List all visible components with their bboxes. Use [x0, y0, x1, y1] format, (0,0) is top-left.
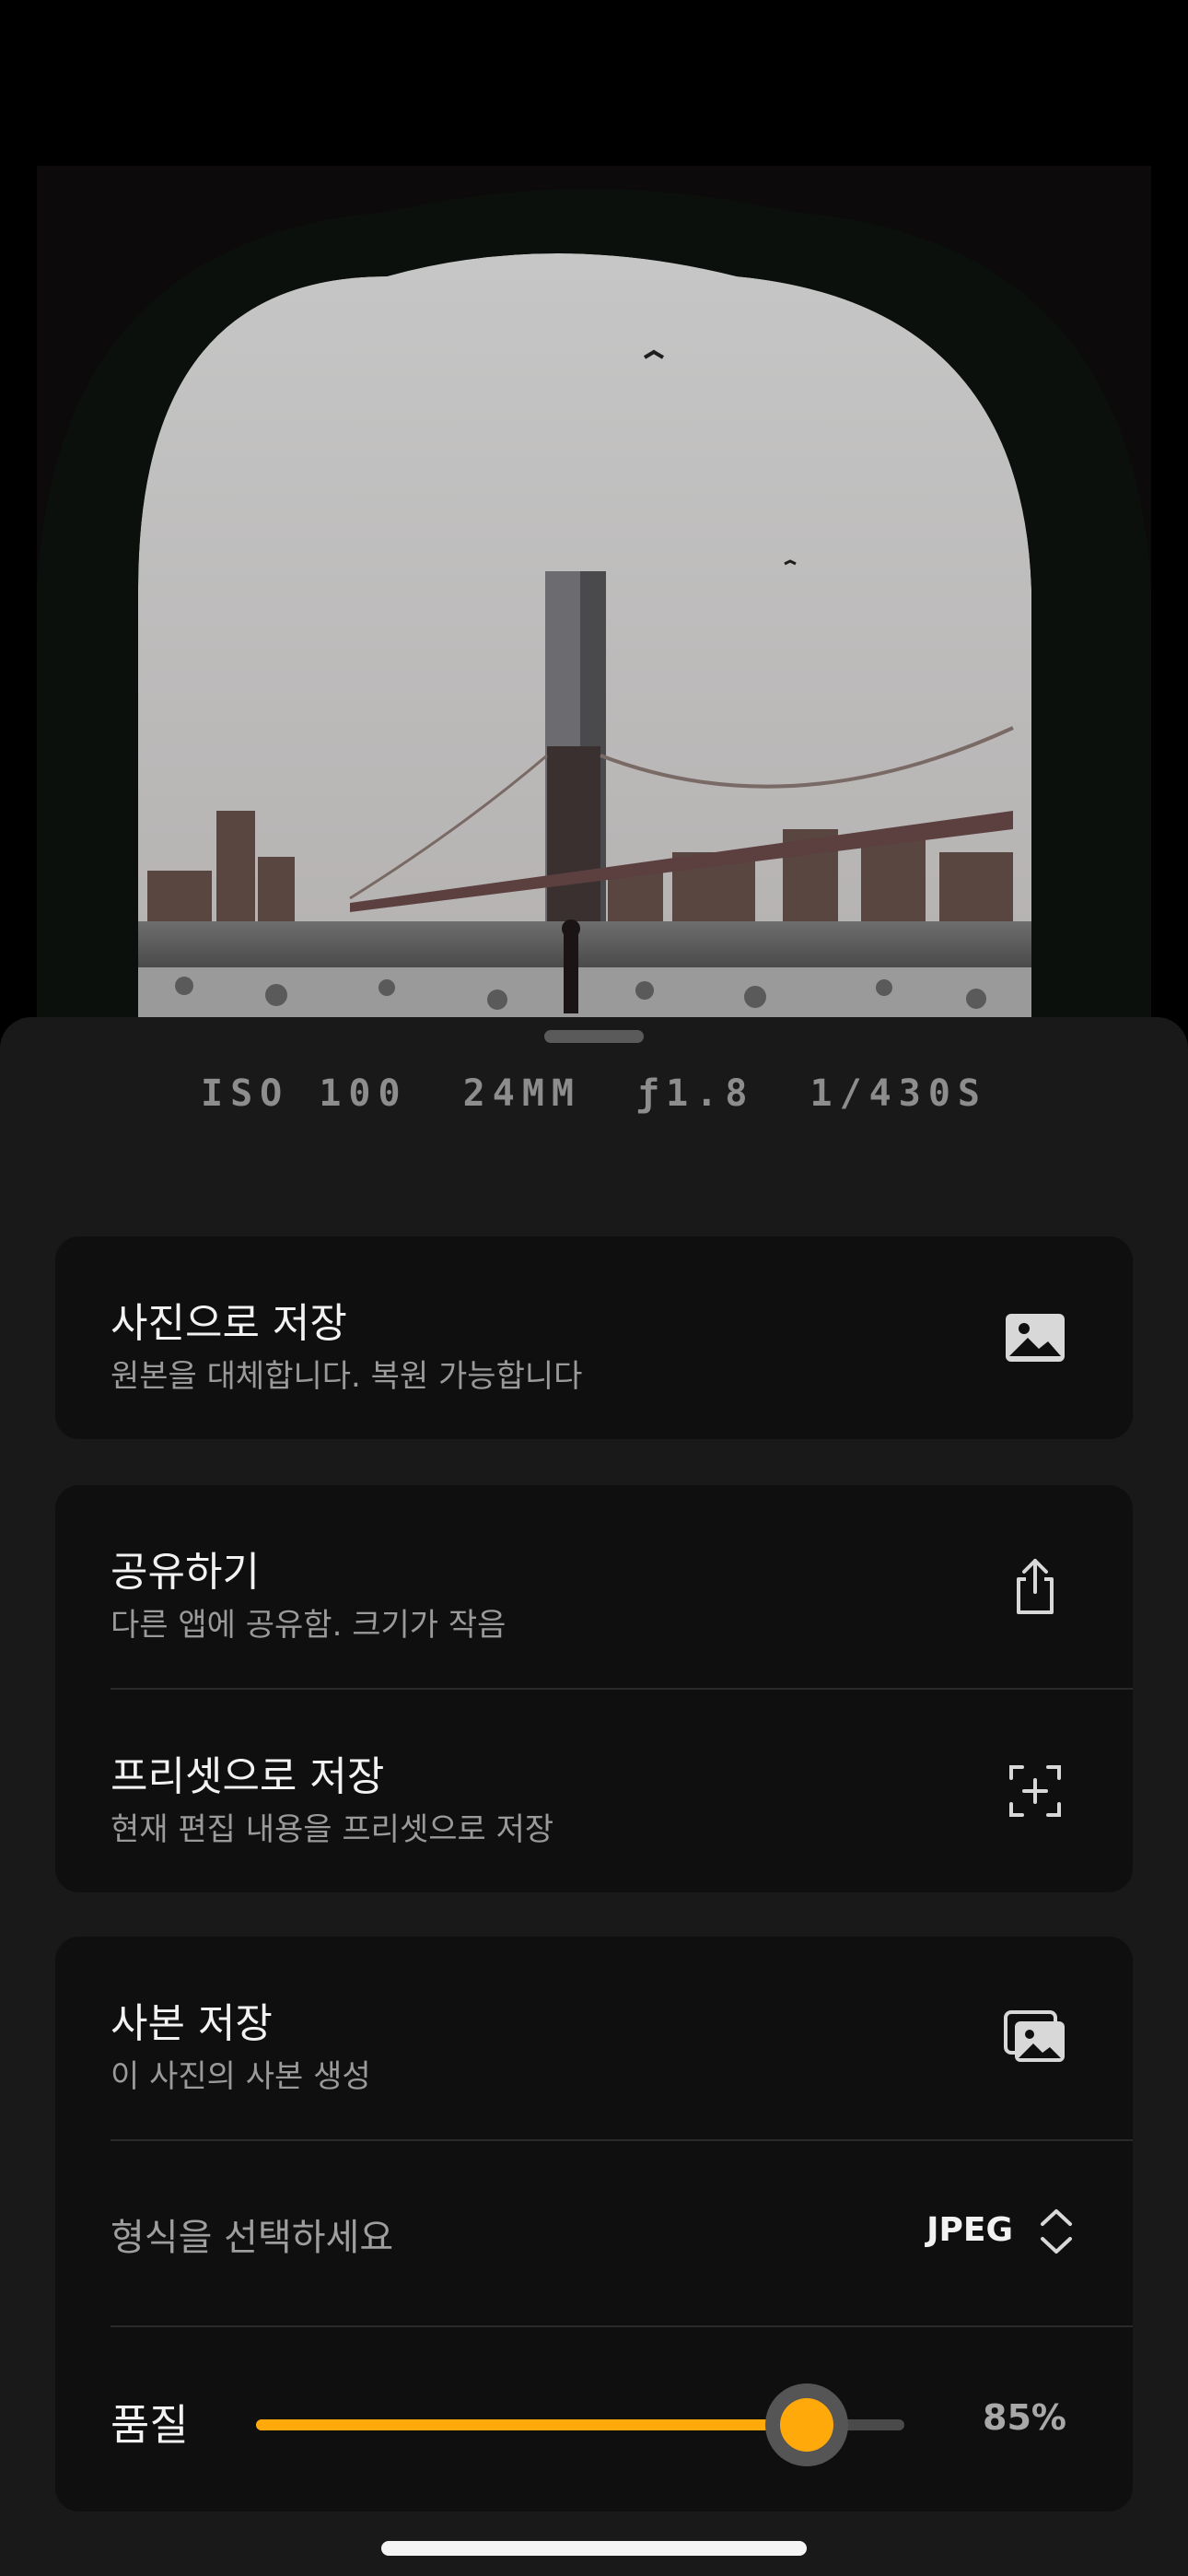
format-label: 형식을 선택하세요 — [111, 2217, 394, 2259]
chevron-up-down-icon — [1041, 2209, 1072, 2254]
format-value: JPEG — [926, 2211, 1013, 2249]
quality-slider[interactable] — [256, 2383, 904, 2466]
save-to-photos-title: 사진으로 저장 — [111, 1300, 347, 1347]
share-title: 공유하기 — [111, 1549, 260, 1596]
photo-icon — [1006, 1314, 1065, 1362]
quality-slider-fill — [256, 2419, 808, 2430]
share-icon — [1017, 1559, 1054, 1614]
exif-iso: ISO 100 — [200, 1072, 408, 1115]
quality-slider-knob — [780, 2398, 834, 2452]
share-button[interactable]: 공유하기 다른 앱에 공유함. 크기가 작음 — [55, 1485, 1133, 1688]
save-copy-title: 사본 저장 — [111, 2000, 273, 2047]
add-preset-icon — [1009, 1765, 1061, 1817]
exif-aperture: ƒ1.8 — [636, 1072, 755, 1115]
save-preset-button[interactable]: 프리셋으로 저장 현재 편집 내용을 프리셋으로 저장 — [55, 1690, 1133, 1892]
save-to-photos-button[interactable]: 사진으로 저장 원본을 대체합니다. 복원 가능합니다 — [55, 1236, 1133, 1439]
save-copy-subtitle: 이 사진의 사본 생성 — [111, 2058, 371, 2095]
save-preset-subtitle: 현재 편집 내용을 프리셋으로 저장 — [111, 1811, 554, 1848]
exif-info: ISO 100 24MM ƒ1.8 1/430S — [0, 1072, 1188, 1115]
home-indicator — [381, 2541, 807, 2556]
save-copy-button[interactable]: 사본 저장 이 사진의 사본 생성 — [55, 1937, 1133, 2139]
export-sheet: ISO 100 24MM ƒ1.8 1/430S 사진으로 저장 원본을 대체합… — [0, 1017, 1188, 2576]
share-subtitle: 다른 앱에 공유함. 크기가 작음 — [111, 1607, 507, 1644]
save-copy-card: 사본 저장 이 사진의 사본 생성 형식을 선택하세요 JPEG 품질 85% — [55, 1937, 1133, 2512]
exif-focal-length: 24MM — [462, 1072, 581, 1115]
photo-preview — [0, 0, 1188, 1032]
save-photo-card: 사진으로 저장 원본을 대체합니다. 복원 가능합니다 — [55, 1236, 1133, 1439]
exif-shutter-speed: 1/430S — [809, 1072, 987, 1115]
quality-row: 품질 85% — [55, 2327, 1133, 2512]
quality-slider-thumb[interactable] — [765, 2383, 849, 2466]
save-to-photos-subtitle: 원본을 대체합니다. 복원 가능합니다 — [111, 1358, 583, 1395]
export-screen: ISO 100 24MM ƒ1.8 1/430S 사진으로 저장 원본을 대체합… — [0, 0, 1188, 2576]
photo-image — [0, 0, 1188, 1032]
sheet-grabber[interactable] — [544, 1030, 644, 1043]
share-preset-card: 공유하기 다른 앱에 공유함. 크기가 작음 프리셋으로 저장 현재 편집 내용… — [55, 1485, 1133, 1892]
quality-label: 품질 — [111, 2400, 189, 2450]
photo-stack-icon — [1004, 2010, 1065, 2062]
quality-value: 85% — [983, 2397, 1066, 2438]
save-preset-title: 프리셋으로 저장 — [111, 1753, 385, 1800]
format-selector[interactable]: 형식을 선택하세요 JPEG — [55, 2141, 1133, 2325]
